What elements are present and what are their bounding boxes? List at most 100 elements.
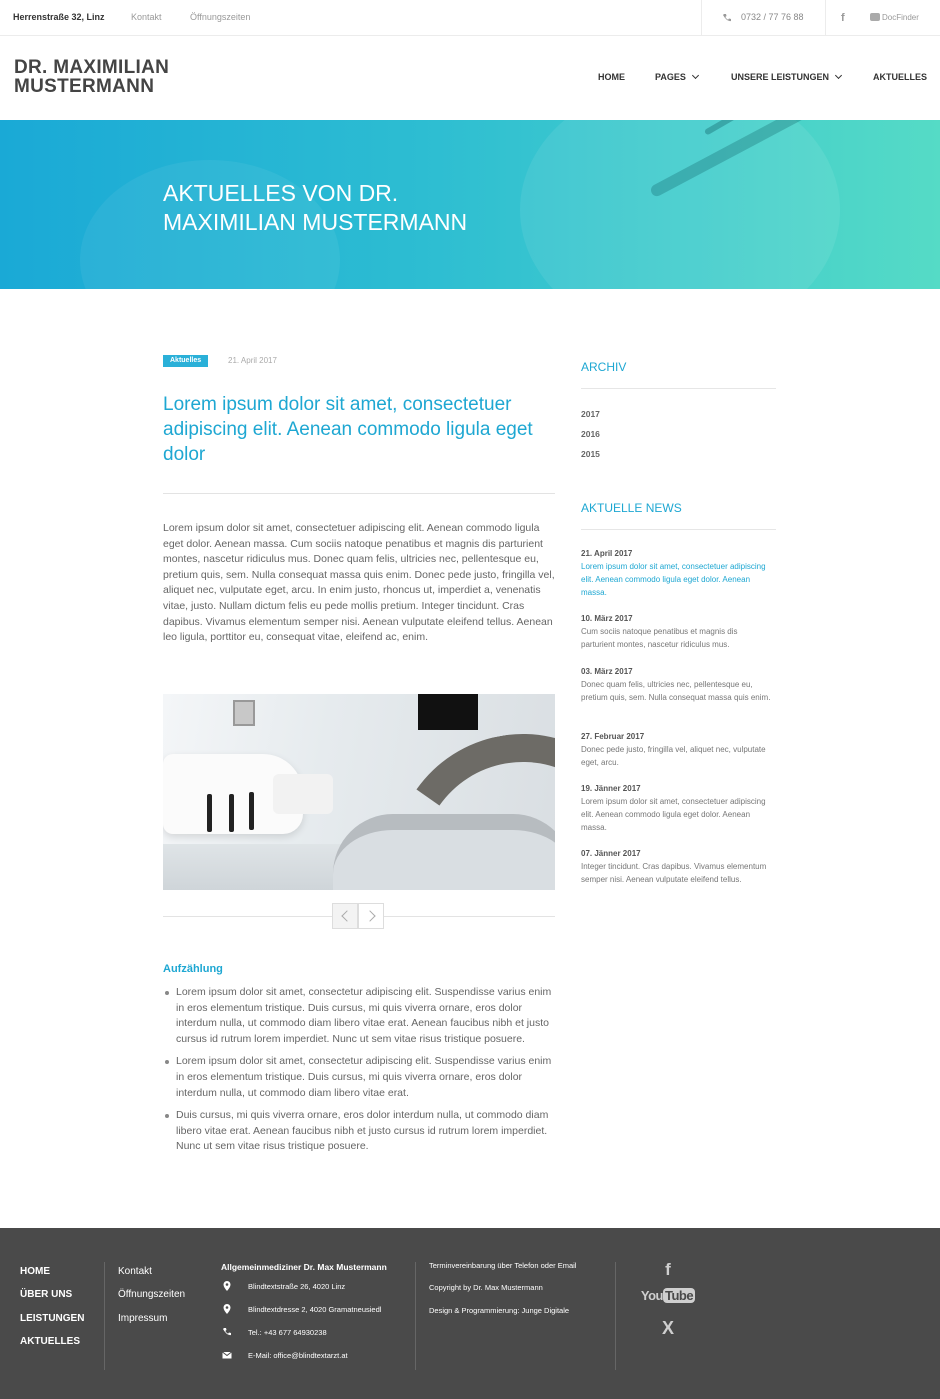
list-item: Lorem ipsum dolor sit amet, consectetur … — [163, 1054, 555, 1101]
image-tool — [229, 794, 234, 832]
footer-social: f You Tube X — [638, 1260, 698, 1339]
facebook-icon[interactable]: f — [638, 1260, 698, 1288]
topbar-phone[interactable]: 0732 / 77 76 88 — [701, 0, 826, 36]
news-item[interactable]: 27. Februar 2017 Donec pede justo, fring… — [581, 730, 771, 769]
footer-nav-aktuelles[interactable]: AKTUELLES — [20, 1336, 84, 1359]
map-pin-icon — [223, 1281, 231, 1291]
footer-link-oeffnungszeiten[interactable]: Öffnungszeiten — [118, 1289, 185, 1312]
footer-email[interactable]: E-Mail: office@blindtextarzt.at — [221, 1350, 387, 1373]
footer-nav-ueber-uns[interactable]: ÜBER UNS — [20, 1289, 84, 1312]
footer-phone-text: Tel.: +43 677 64930238 — [248, 1328, 327, 1337]
nav-aktuelles[interactable]: AKTUELLES — [873, 72, 927, 82]
nav-unsere-leistungen[interactable]: UNSERE LEISTUNGEN — [731, 71, 843, 82]
footer-address-1: Blindtextstraße 26, 4020 Linz — [221, 1281, 387, 1304]
youtube-icon[interactable]: You Tube — [638, 1288, 698, 1318]
nav-pages-label: PAGES — [655, 72, 686, 82]
news-item[interactable]: 03. März 2017 Donec quam felis, ultricie… — [581, 665, 771, 704]
docfinder-link[interactable]: DocFinder — [870, 13, 919, 22]
category-tag[interactable]: Aktuelles — [163, 355, 209, 367]
nav-home[interactable]: HOME — [598, 72, 625, 82]
site-footer: HOME ÜBER UNS LEISTUNGEN AKTUELLES Konta… — [0, 1228, 940, 1399]
bullet-icon — [165, 991, 169, 995]
map-pin-icon — [223, 1304, 231, 1314]
hero-banner: AKTUELLES VON DR. MAXIMILIAN MUSTERMANN — [0, 120, 940, 289]
image-control-panel — [273, 774, 333, 814]
docfinder-label: DocFinder — [882, 13, 919, 22]
phone-icon — [223, 1328, 231, 1336]
list-item-text: Lorem ipsum dolor sit amet, consectetur … — [176, 1055, 552, 1099]
footer-address-1-text: Blindtextstraße 26, 4020 Linz — [248, 1282, 346, 1291]
article-image — [163, 694, 555, 890]
divider — [581, 529, 776, 530]
news-text[interactable]: Integer tincidunt. Cras dapibus. Vivamus… — [581, 860, 771, 886]
news-text[interactable]: Lorem ipsum dolor sit amet, consectetuer… — [581, 795, 771, 834]
archive-year-2016[interactable]: 2016 — [581, 429, 600, 439]
mail-icon — [222, 1351, 232, 1359]
list-item-text: Duis cursus, mi quis viverra ornare, ero… — [176, 1109, 549, 1153]
news-date: 03. März 2017 — [581, 667, 633, 676]
logo-line-1: DR. MAXIMILIAN — [14, 57, 170, 78]
news-date: 10. März 2017 — [581, 614, 633, 623]
logo-line-2: MUSTERMANN — [14, 76, 155, 97]
footer-info-copyright: Copyright by Dr. Max Mustermann — [429, 1283, 543, 1293]
topbar-link-oeffnungszeiten[interactable]: Öffnungszeiten — [190, 12, 250, 22]
news-item[interactable]: 07. Jänner 2017 Integer tincidunt. Cras … — [581, 847, 771, 886]
footer-link-impressum[interactable]: Impressum — [118, 1313, 185, 1336]
phone-icon — [723, 14, 731, 22]
footer-address-2: Blindtextdresse 2, 4020 Gramatneusiedl — [221, 1304, 387, 1327]
image-tool — [207, 794, 212, 832]
divider — [163, 493, 555, 494]
news-text[interactable]: Donec quam felis, ultricies nec, pellent… — [581, 678, 771, 704]
news-date: 19. Jänner 2017 — [581, 784, 641, 793]
hero-title-line-1: AKTUELLES VON DR. — [163, 180, 399, 206]
footer-address-2-text: Blindtextdresse 2, 4020 Gramatneusiedl — [248, 1305, 382, 1314]
footer-nav: HOME ÜBER UNS LEISTUNGEN AKTUELLES — [20, 1266, 84, 1359]
topbar-address: Herrenstraße 32, Linz — [13, 12, 105, 22]
news-item[interactable]: 19. Jänner 2017 Lorem ipsum dolor sit am… — [581, 782, 771, 834]
footer-divider — [615, 1262, 616, 1370]
footer-info-design[interactable]: Design & Programmierung: Junge Digitale — [429, 1306, 576, 1328]
news-date: 07. Jänner 2017 — [581, 849, 641, 858]
article-body: Lorem ipsum dolor sit amet, consectetuer… — [163, 522, 555, 644]
news-heading: AKTUELLE NEWS — [581, 501, 682, 515]
youtube-tube: Tube — [663, 1288, 696, 1303]
topbar-link-kontakt[interactable]: Kontakt — [131, 12, 162, 22]
news-date: 27. Februar 2017 — [581, 732, 645, 741]
footer-practice-name: Allgemeinmediziner Dr. Max Mustermann — [221, 1262, 387, 1272]
slider-prev-button[interactable] — [332, 903, 358, 929]
xing-icon[interactable]: X — [638, 1318, 698, 1339]
camera-icon — [870, 13, 880, 21]
divider — [581, 388, 776, 389]
footer-divider — [104, 1262, 105, 1370]
list-item-text: Lorem ipsum dolor sit amet, consectetur … — [176, 986, 552, 1045]
news-item[interactable]: 21. April 2017 Lorem ipsum dolor sit ame… — [581, 547, 771, 599]
archive-year-2017[interactable]: 2017 — [581, 409, 600, 419]
hero-title-line-2: MAXIMILIAN MUSTERMANN — [163, 209, 468, 235]
facebook-icon[interactable]: f — [841, 12, 845, 24]
list-item: Lorem ipsum dolor sit amet, consectetur … — [163, 985, 555, 1047]
footer-nav-home[interactable]: HOME — [20, 1266, 84, 1289]
archive-year-2015[interactable]: 2015 — [581, 449, 600, 459]
news-item[interactable]: 10. März 2017 Cum sociis natoque penatib… — [581, 612, 771, 651]
image-wall-frame — [233, 700, 255, 726]
top-bar: Herrenstraße 32, Linz Kontakt Öffnungsze… — [0, 0, 940, 36]
article-date: 21. April 2017 — [228, 356, 277, 365]
slider-next-button[interactable] — [358, 903, 384, 929]
bullet-list: Lorem ipsum dolor sit amet, consectetur … — [163, 985, 555, 1162]
footer-link-kontakt[interactable]: Kontakt — [118, 1266, 185, 1289]
site-logo[interactable]: DR. MAXIMILIAN MUSTERMANN — [14, 58, 169, 96]
youtube-you: You — [640, 1288, 664, 1303]
footer-links: Kontakt Öffnungszeiten Impressum — [118, 1266, 185, 1336]
nav-leistungen-label: UNSERE LEISTUNGEN — [731, 72, 830, 82]
footer-divider — [415, 1262, 416, 1370]
news-text[interactable]: Lorem ipsum dolor sit amet, consectetuer… — [581, 560, 771, 599]
list-heading: Aufzählung — [163, 963, 223, 975]
footer-nav-leistungen[interactable]: LEISTUNGEN — [20, 1313, 84, 1336]
footer-phone[interactable]: Tel.: +43 677 64930238 — [221, 1327, 387, 1350]
hero-title: AKTUELLES VON DR. MAXIMILIAN MUSTERMANN — [163, 179, 583, 237]
site-header: DR. MAXIMILIAN MUSTERMANN HOME PAGES UNS… — [0, 36, 940, 120]
news-text[interactable]: Donec pede justo, fringilla vel, aliquet… — [581, 743, 771, 769]
nav-pages[interactable]: PAGES — [655, 71, 699, 82]
news-text[interactable]: Cum sociis natoque penatibus et magnis d… — [581, 625, 771, 651]
image-tool — [249, 792, 254, 830]
